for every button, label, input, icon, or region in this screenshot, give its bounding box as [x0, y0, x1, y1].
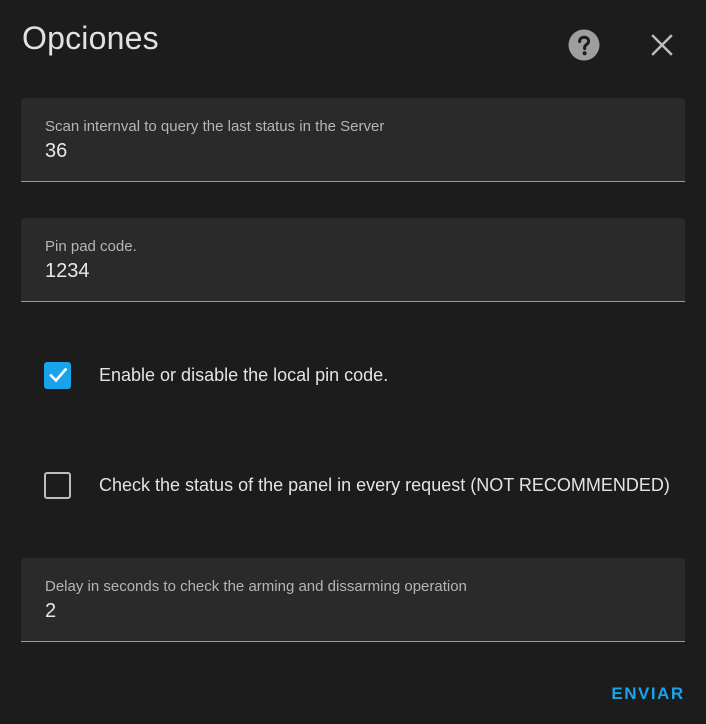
scan-interval-field[interactable]: Scan internval to query the last status …: [21, 98, 685, 182]
arming-delay-field[interactable]: Delay in seconds to check the arming and…: [21, 558, 685, 642]
help-button[interactable]: [566, 27, 602, 63]
pin-pad-code-label: Pin pad code.: [45, 238, 137, 255]
pin-pad-code-field[interactable]: Pin pad code.: [21, 218, 685, 302]
submit-button[interactable]: ENVIAR: [600, 680, 696, 708]
arming-delay-input[interactable]: [45, 600, 645, 623]
check-panel-status-option[interactable]: Check the status of the panel in every r…: [44, 471, 670, 499]
close-button[interactable]: [643, 26, 681, 64]
checkmark-icon: [48, 367, 67, 383]
check-panel-status-checkbox[interactable]: [44, 471, 71, 499]
scan-interval-input[interactable]: [45, 140, 645, 163]
enable-local-pin-checkbox[interactable]: [44, 361, 71, 389]
dialog-title: Opciones: [22, 20, 159, 56]
scan-interval-label: Scan internval to query the last status …: [45, 118, 385, 135]
close-icon: [651, 34, 673, 56]
check-panel-status-label: Check the status of the panel in every r…: [99, 474, 670, 495]
arming-delay-label: Delay in seconds to check the arming and…: [45, 578, 467, 595]
pin-pad-code-input[interactable]: [45, 260, 645, 283]
enable-local-pin-option[interactable]: Enable or disable the local pin code.: [44, 361, 388, 389]
options-dialog: Opciones Scan internval to query the las…: [0, 0, 706, 724]
help-circle-icon: [568, 29, 600, 61]
enable-local-pin-label: Enable or disable the local pin code.: [99, 364, 389, 385]
